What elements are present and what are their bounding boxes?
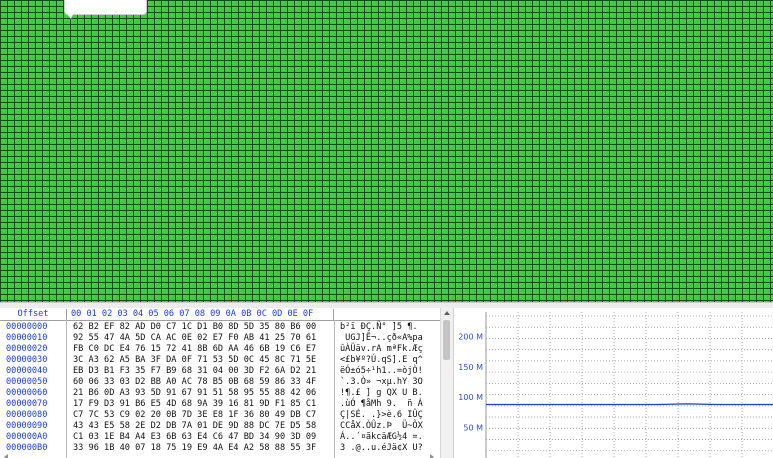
map-tooltip bbox=[64, 0, 147, 19]
hex-bytes-cell: 43 43 E5 58 2E D2 DB 7A 01 DE 9D 88 DC 7… bbox=[73, 421, 317, 431]
horizontal-scrollbar[interactable] bbox=[0, 450, 441, 458]
ascii-cell: CCåX.ÒÛz.Þ Ü~ÕX bbox=[340, 421, 423, 431]
block-map-grid[interactable] bbox=[0, 0, 773, 302]
chart-series-line bbox=[486, 403, 773, 406]
y-tick-label: 100 M bbox=[458, 393, 483, 402]
speed-chart: 200 M 150 M 100 M 50 M bbox=[453, 308, 773, 458]
table-row[interactable]: 00000050 60 06 33 03 D2 BB A0 AC 78 B5 0B… bbox=[0, 377, 440, 388]
hex-bytes-cell: EB D3 B1 F3 35 F7 B9 68 31 04 00 3D F2 6… bbox=[73, 366, 317, 376]
table-row[interactable]: 00000080 C7 7C 53 C9 02 20 0B 7D 3E E8 1F… bbox=[0, 410, 440, 421]
y-tick-label: 50 M bbox=[463, 424, 483, 433]
offset-column-header: Offset bbox=[0, 309, 67, 320]
table-row[interactable]: 00000090 43 43 E5 58 2E D2 DB 7A 01 DE 9D… bbox=[0, 421, 440, 432]
ascii-cell: Ç|SÉ. .}>è.6 IÛÇ bbox=[340, 410, 423, 420]
hex-bytes-cell: 62 B2 EF 82 AD D0 C7 1C D1 B0 8D 5D 35 8… bbox=[73, 322, 317, 332]
table-row[interactable]: 000000A0 C1 03 1E B4 A4 E3 6B 63 E4 C6 47… bbox=[0, 432, 440, 443]
ascii-cell: UGJ]Ê¬..çð«A%pa bbox=[340, 333, 423, 343]
y-tick-label: 150 M bbox=[458, 363, 483, 372]
offset-cell: 00000040 bbox=[6, 366, 48, 376]
hex-bytes-cell: 21 B6 0D A3 93 5D 91 67 91 51 58 95 55 8… bbox=[73, 388, 317, 398]
hex-bytes-cell: C7 7C 53 C9 02 20 0B 7D 3E E8 1F 36 80 4… bbox=[73, 410, 317, 420]
offset-cell: 00000010 bbox=[6, 333, 48, 343]
offset-cell: 000000A0 bbox=[6, 432, 48, 442]
ascii-cell: <£b¥º?Ú.qS].E q^ bbox=[340, 355, 423, 365]
hex-header: Offset 00 01 02 03 04 05 06 07 08 09 0A … bbox=[0, 309, 440, 320]
ascii-cell: b²ï ­ÐÇ.Ñ° ]5 ¶. bbox=[340, 322, 418, 332]
offset-cell: 00000080 bbox=[6, 410, 48, 420]
table-row[interactable]: 00000000 62 B2 EF 82 AD D0 C7 1C D1 B0 8D… bbox=[0, 322, 440, 333]
scroll-right-icon[interactable] bbox=[430, 454, 434, 458]
ascii-cell: `.3.Ò» ¬xµ.hY 3O bbox=[340, 377, 423, 387]
offset-cell: 00000070 bbox=[6, 399, 48, 409]
hex-bytes-cell: FB C0 DC E4 76 15 72 41 8B 6D AA 46 6B 1… bbox=[73, 344, 317, 354]
table-row[interactable]: 00000010 92 55 47 4A 5D CA AC 0E 02 E7 F0… bbox=[0, 333, 440, 344]
hex-viewer[interactable]: Offset 00 01 02 03 04 05 06 07 08 09 0A … bbox=[0, 308, 453, 458]
offset-cell: 00000060 bbox=[6, 388, 48, 398]
offset-cell: 00000000 bbox=[6, 322, 48, 332]
hex-rows: 00000000 62 B2 EF 82 AD D0 C7 1C D1 B0 8D… bbox=[0, 322, 440, 454]
table-row[interactable]: 00000060 21 B6 0D A3 93 5D 91 67 91 51 58… bbox=[0, 388, 440, 399]
hex-bytes-cell: 92 55 47 4A 5D CA AC 0E 02 E7 F0 AB 41 2… bbox=[73, 333, 317, 343]
table-row[interactable]: 00000070 17 F9 D3 91 B6 E5 4D 68 9A 39 16… bbox=[0, 399, 440, 410]
hex-bytes-cell: C1 03 1E B4 A4 E3 6B 63 E4 C6 47 BD 34 9… bbox=[73, 432, 317, 442]
ascii-cell: ûÀÜäv.rA mªFk.Æç bbox=[340, 344, 423, 354]
vertical-scrollbar[interactable] bbox=[440, 308, 453, 458]
table-row[interactable]: 00000020 FB C0 DC E4 76 15 72 41 8B 6D AA… bbox=[0, 344, 440, 355]
y-tick-label: 200 M bbox=[458, 332, 483, 341]
hex-bytes-cell: 17 F9 D3 91 B6 E5 4D 68 9A 39 16 81 9D F… bbox=[73, 399, 317, 409]
chart-canvas: 200 M 150 M 100 M 50 M bbox=[458, 312, 773, 458]
hex-column-header: 00 01 02 03 04 05 06 07 08 09 0A 0B 0C 0… bbox=[71, 309, 334, 320]
ascii-cell: Á..´¤ãkcäÆG½4 =. bbox=[340, 432, 423, 442]
ascii-cell: ëÓ±ó5÷¹h1..=òjÒ! bbox=[340, 366, 423, 376]
scroll-up-icon[interactable] bbox=[444, 311, 450, 315]
offset-cell: 00000030 bbox=[6, 355, 48, 365]
table-row[interactable]: 00000040 EB D3 B1 F3 35 F7 B9 68 31 04 00… bbox=[0, 366, 440, 377]
offset-cell: 00000020 bbox=[6, 344, 48, 354]
ascii-cell: .ùÓ ¶åMh 9. ñ Á bbox=[340, 399, 423, 409]
ascii-cell: !¶.£ ] g QX U B. bbox=[340, 388, 423, 398]
offset-cell: 00000050 bbox=[6, 377, 48, 387]
hex-bytes-cell: 60 06 33 03 D2 BB A0 AC 78 B5 0B 68 59 8… bbox=[73, 377, 317, 387]
offset-cell: 00000090 bbox=[6, 421, 48, 431]
hex-bytes-cell: 3C A3 62 A5 BA 3F DA 0F 71 53 5D 0C 45 8… bbox=[73, 355, 317, 365]
table-row[interactable]: 00000030 3C A3 62 A5 BA 3F DA 0F 71 53 5D… bbox=[0, 355, 440, 366]
scroll-left-icon[interactable] bbox=[4, 454, 8, 458]
scrollbar-thumb[interactable] bbox=[443, 320, 450, 360]
